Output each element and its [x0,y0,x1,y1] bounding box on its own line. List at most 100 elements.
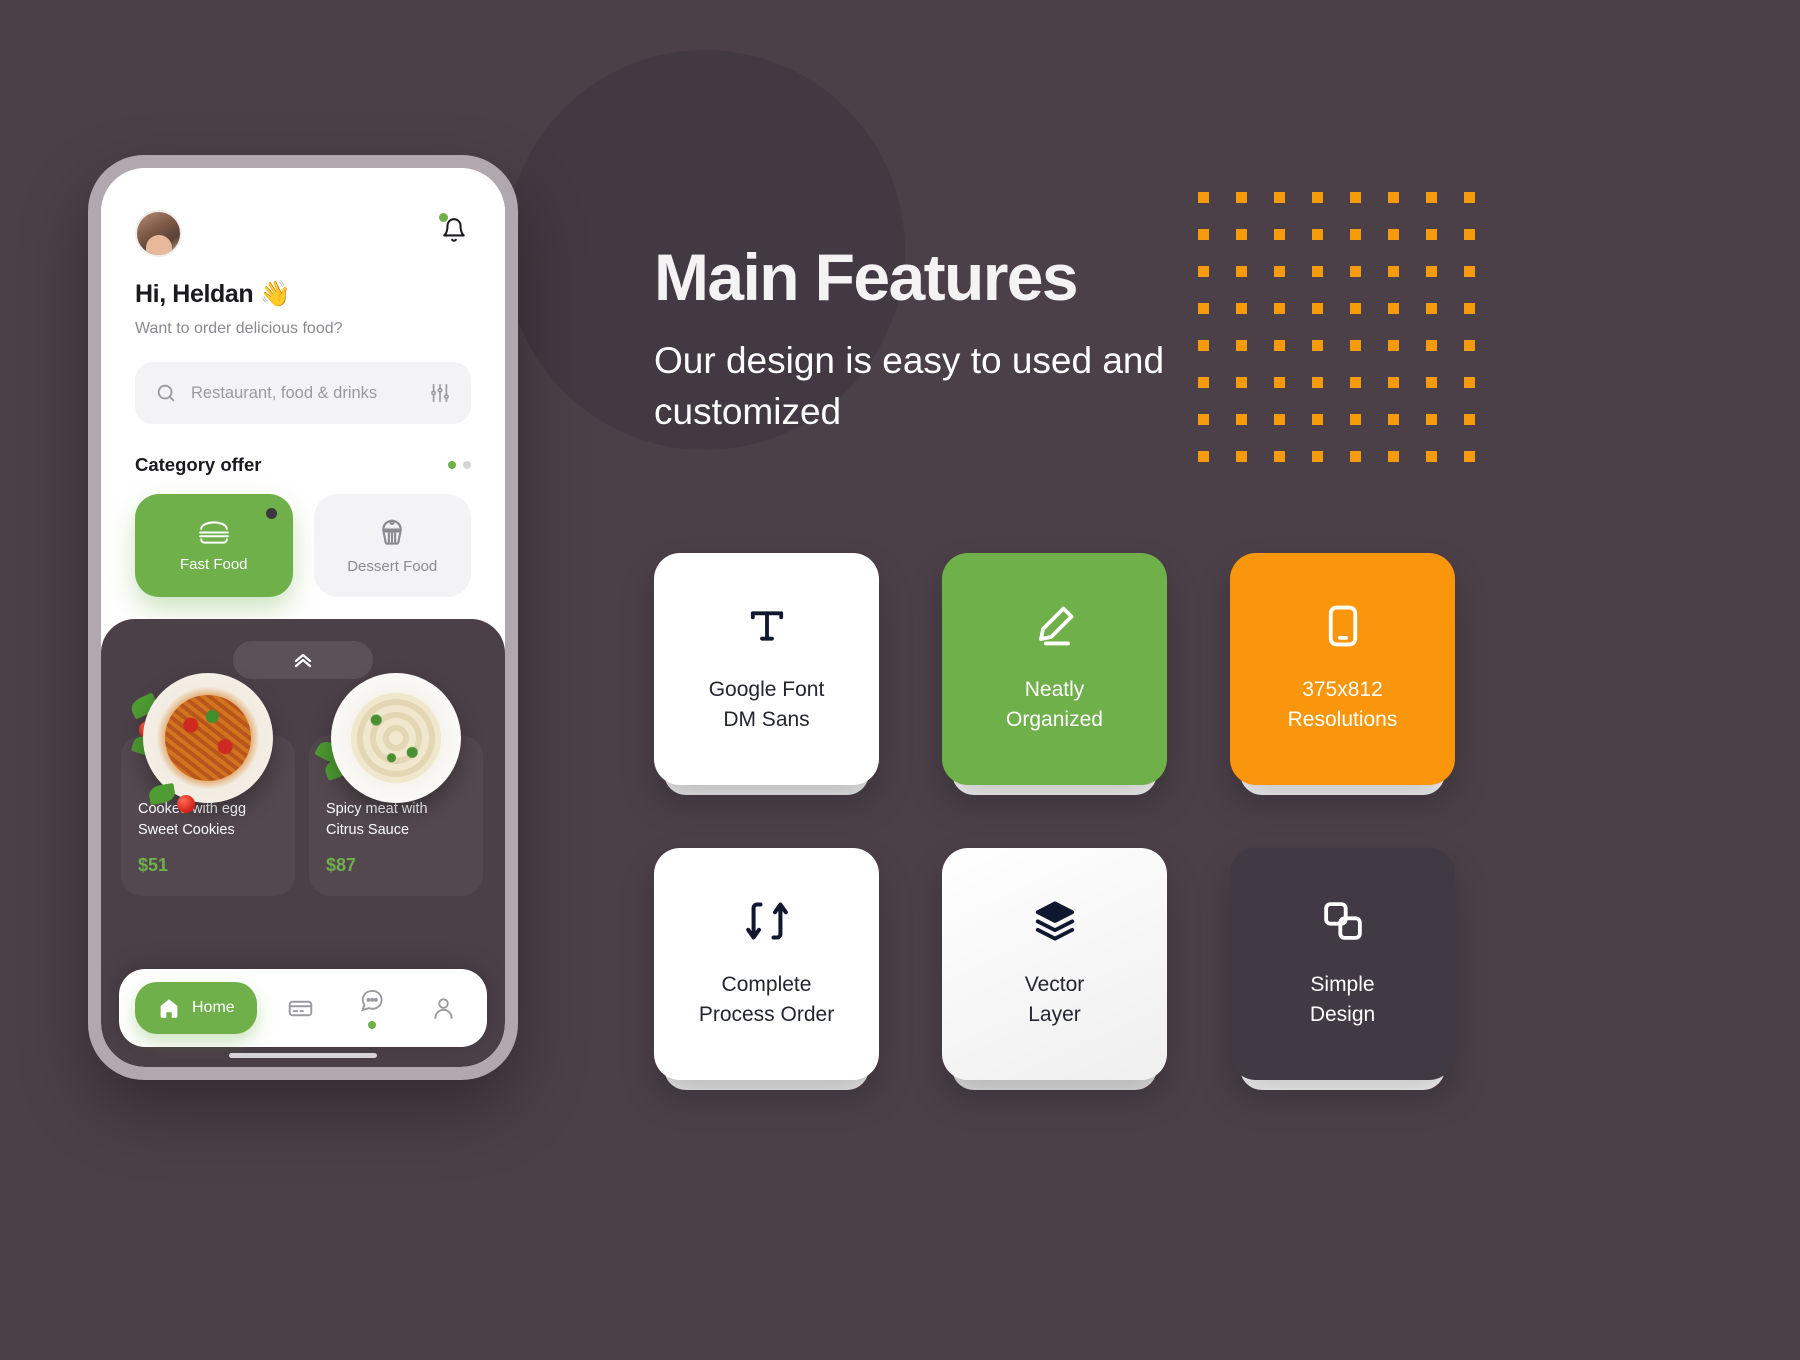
grid-dot [1236,192,1247,203]
person-icon [433,997,453,1019]
grid-dot [1274,229,1285,240]
bottom-navigation: Home [119,969,487,1047]
grid-dot [1198,229,1209,240]
phone-screen: Hi, Heldan 👋 Want to order delicious foo… [101,168,505,1067]
cupcake-icon [382,519,403,545]
card-stack-shadow [664,1068,869,1090]
nav-item-card[interactable] [272,995,328,1022]
grid-dot [1312,229,1323,240]
app-header: Hi, Heldan 👋 Want to order delicious foo… [101,168,505,623]
nav-item-chat[interactable] [344,987,400,1029]
card-stack-shadow [1240,1068,1445,1090]
card-stack-shadow [1240,773,1445,795]
grid-dot [1426,192,1437,203]
double-chevron-up-icon [294,653,312,668]
food-drawer: Cooked with egg Sweet Cookies $51 Spicy … [101,619,505,1067]
avatar[interactable] [135,210,182,257]
search-bar[interactable]: Restaurant, food & drinks [135,362,471,424]
chat-bubble-icon [360,989,383,1012]
grid-dot [1464,451,1475,462]
grid-dot [1236,229,1247,240]
notification-badge-dot [439,213,448,222]
category-title: Category offer [135,454,262,475]
feature-card-neatly-organized[interactable]: Neatly Organized [942,553,1167,795]
feature-label-line2: Process Order [698,1003,835,1026]
nav-item-home[interactable]: Home [135,982,257,1034]
feature-card-vector-layer[interactable]: Vector Layer [942,848,1167,1090]
grid-dot [1464,192,1475,203]
feature-card-label: Simple Design [1310,970,1375,1030]
feature-card-label: Neatly Organized [1006,675,1103,735]
notification-button[interactable] [437,213,471,247]
transfer-arrows-icon [744,898,790,944]
food-price: $51 [138,855,169,876]
feature-label-line1: Complete [721,972,812,996]
food-card[interactable]: Spicy meat with Citrus Sauce $87 [309,673,483,897]
page-subtitle: Our design is easy to used and customize… [654,340,1165,432]
category-badge-dot [265,508,277,519]
grid-dot [1350,192,1361,203]
feature-card-simple-design[interactable]: Simple Design [1230,848,1455,1090]
grid-dot [1388,229,1399,240]
grid-dot [1350,229,1361,240]
feature-label-line2: Design [1309,1003,1376,1026]
grid-dot [1312,451,1323,462]
home-icon [160,999,178,1018]
mobile-device-icon [1320,603,1366,649]
food-price: $87 [326,855,357,876]
grid-dot [1464,229,1475,240]
feature-card-resolutions[interactable]: 375x812 Resolutions [1230,553,1455,795]
greeting-text: Hi, Heldan 👋 [135,280,291,308]
category-label: Dessert Food [347,557,438,575]
feature-label-line1: Simple [1310,972,1375,996]
page-title: Main Features [654,240,1079,314]
feature-card-complete-process-order[interactable]: Complete Process Order [654,848,879,1090]
grid-dot [1198,451,1209,462]
copy-shapes-icon [1320,898,1366,944]
feature-label-line1: 375x812 [1302,677,1383,701]
carousel-pager[interactable] [448,461,471,469]
card-stack-shadow [664,773,869,795]
feature-card-label: Google Font DM Sans [709,675,825,735]
subgreeting-text: Want to order delicious food? [135,320,343,337]
card-stack-shadow [952,1068,1157,1090]
grid-dot [1274,192,1285,203]
grid-dot [1198,192,1209,203]
tomato-icon [177,795,195,813]
category-fast-food[interactable]: Fast Food [135,494,293,597]
feature-card-label: 375x812 Resolutions [1288,675,1398,735]
nav-home-label: Home [192,999,235,1016]
feature-card-label: Vector Layer [1025,970,1085,1030]
feature-label-line2: DM Sans [723,708,810,731]
category-dessert-food[interactable]: Dessert Food [313,494,471,597]
pager-dot[interactable] [463,461,471,469]
food-name-line2: Sweet Cookies [138,822,235,839]
feature-label-line2: Organized [1006,708,1103,731]
feature-label-line1: Vector [1024,972,1085,996]
tortellini-plate [331,673,461,803]
grid-dot [1426,229,1437,240]
category-section-header: Category offer [135,454,471,476]
feature-card-label: Complete Process Order [699,970,834,1030]
food-list: Cooked with egg Sweet Cookies $51 Spicy … [101,673,505,897]
chat-unread-dot [367,1021,376,1029]
feature-card-google-font[interactable]: Google Font DM Sans [654,553,879,795]
basil-leaf-icon [147,782,177,806]
grid-dot [1236,451,1247,462]
grid-dot [1388,192,1399,203]
feature-label-line2: Layer [1028,1003,1081,1026]
text-type-icon [744,603,790,649]
feature-label-line1: Neatly [1024,677,1085,701]
food-image-pasta [128,663,283,813]
category-label: Fast Food [179,555,248,573]
pager-dot-active[interactable] [448,461,456,469]
feature-label-line2: Resolutions [1287,708,1398,731]
search-input[interactable]: Restaurant, food & drinks [191,384,415,403]
phone-mockup: Hi, Heldan 👋 Want to order delicious foo… [88,155,518,1080]
food-card[interactable]: Cooked with egg Sweet Cookies $51 [121,673,295,897]
header-row [135,210,471,257]
search-icon [157,384,175,402]
home-indicator [229,1053,377,1058]
nav-item-profile[interactable] [415,995,471,1022]
sliders-icon[interactable] [429,382,451,404]
